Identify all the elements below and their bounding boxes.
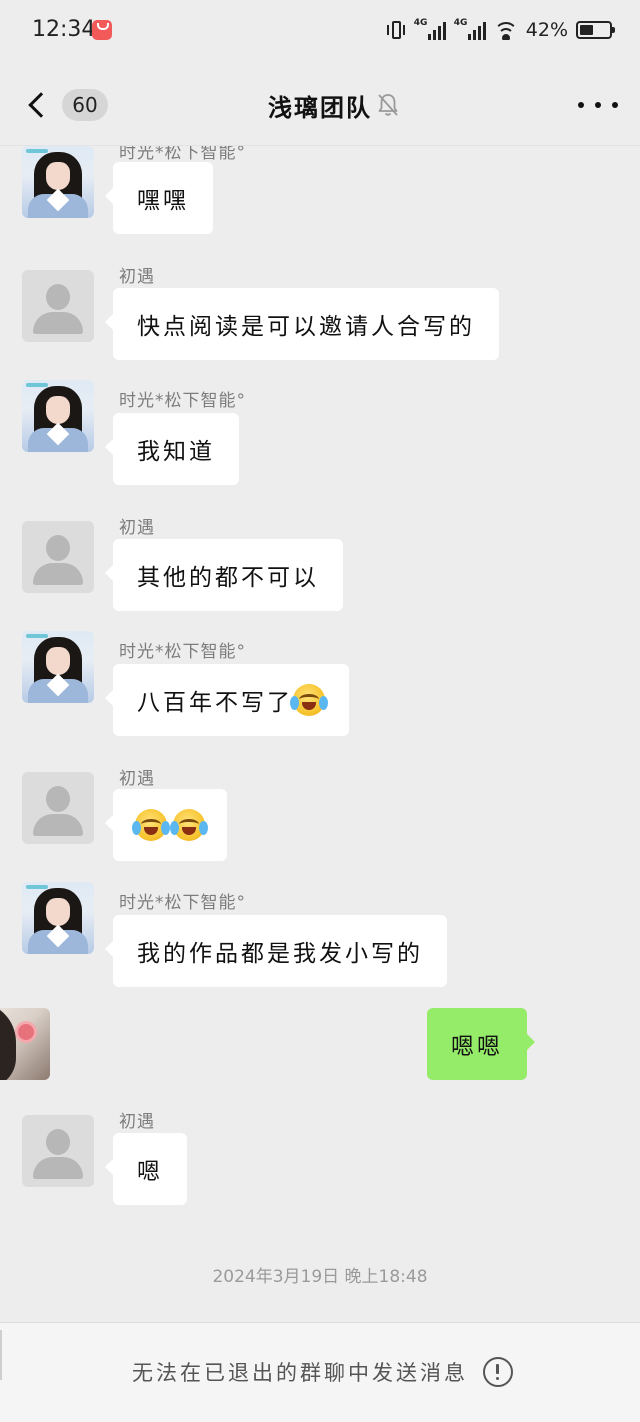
status-time: 12:34	[32, 17, 96, 42]
dot-icon	[595, 102, 601, 108]
message-bubble[interactable]: 嘿嘿	[105, 162, 213, 234]
sender-name: 初遇	[119, 518, 155, 538]
girl-avatar[interactable]	[22, 380, 94, 452]
message-text: 我知道	[137, 439, 215, 465]
message-text: 嗯	[137, 1159, 163, 1185]
chat-header: 60 浅璃团队	[0, 64, 640, 146]
self-avatar[interactable]	[0, 1008, 50, 1080]
network-type-label: 4G	[413, 18, 428, 28]
message-item: 时光*松下智能° 我知道	[0, 380, 640, 485]
message-item: 嗯嗯	[0, 1008, 640, 1080]
chat-footer: 无法在已退出的群聊中发送消息	[0, 1322, 640, 1422]
message-item: 初遇 其他的都不可以	[0, 513, 640, 611]
sender-name: 时光*松下智能°	[119, 391, 246, 411]
chat-timestamp: 2024年3月19日 晚上18:48	[212, 1267, 428, 1287]
message-bubble[interactable]: 其他的都不可以	[105, 539, 343, 611]
message-item: 时光*松下智能° 嘿嘿	[0, 138, 640, 234]
girl-avatar[interactable]	[22, 882, 94, 954]
message-text: 八百年不写了	[137, 690, 293, 716]
laugh-cry-emoji	[170, 809, 208, 841]
message-bubble[interactable]	[105, 789, 227, 861]
message-bubble[interactable]: 八百年不写了	[105, 664, 349, 736]
battery-icon	[576, 21, 615, 39]
signal-icon: 4G	[454, 18, 486, 42]
shopping-bag-icon	[92, 20, 112, 40]
footer-edge-divider	[0, 1330, 2, 1380]
message-item: 时光*松下智能° 八百年不写了	[0, 631, 640, 736]
signal-icon: 4G	[414, 18, 446, 42]
message-bubble[interactable]: 我知道	[105, 413, 239, 485]
message-item: 时光*松下智能° 我的作品都是我发小写的	[0, 882, 640, 987]
sender-name: 时光*松下智能°	[119, 642, 246, 662]
network-type-label: 4G	[453, 18, 468, 28]
exclamation-circle-icon[interactable]	[483, 1357, 513, 1387]
status-indicators: 4G 4G 42%	[386, 18, 615, 42]
message-list[interactable]: 时光*松下智能° 嘿嘿 初遇 快点阅读是可以邀请人合写的 时光*松下智能° 我知…	[0, 64, 640, 1322]
message-bubble[interactable]: 我的作品都是我发小写的	[105, 915, 447, 987]
message-item: 初遇	[0, 764, 640, 861]
sender-name: 时光*松下智能°	[119, 893, 246, 913]
chat-title: 浅璃团队	[268, 94, 372, 122]
message-text: 我的作品都是我发小写的	[137, 941, 423, 967]
sender-name: 初遇	[119, 769, 155, 789]
message-text: 快点阅读是可以邀请人合写的	[137, 314, 475, 340]
laugh-cry-emoji	[290, 684, 328, 716]
message-bubble[interactable]: 快点阅读是可以邀请人合写的	[105, 288, 499, 360]
message-text: 嘿嘿	[137, 188, 189, 214]
wifi-icon	[493, 20, 518, 40]
vibrate-icon	[386, 19, 406, 41]
message-bubble[interactable]: 嗯嗯	[427, 1008, 535, 1080]
status-bar: 12:34 4G 4G 42%	[0, 0, 640, 64]
default-avatar[interactable]	[22, 1115, 94, 1187]
dot-icon	[578, 102, 584, 108]
default-avatar[interactable]	[22, 772, 94, 844]
default-avatar[interactable]	[22, 521, 94, 593]
dot-icon	[612, 102, 618, 108]
girl-avatar[interactable]	[22, 146, 94, 218]
message-text: 嗯嗯	[451, 1034, 503, 1060]
more-options-button[interactable]	[578, 90, 618, 120]
muted-bell-icon	[378, 94, 398, 116]
laugh-cry-emoji	[132, 809, 170, 841]
message-item: 初遇 快点阅读是可以邀请人合写的	[0, 262, 640, 360]
girl-avatar[interactable]	[22, 631, 94, 703]
message-item: 初遇 嗯	[0, 1107, 640, 1205]
message-text: 其他的都不可以	[137, 565, 319, 591]
battery-percentage: 42%	[525, 19, 568, 41]
message-bubble[interactable]: 嗯	[105, 1133, 187, 1205]
cannot-send-notice: 无法在已退出的群聊中发送消息	[132, 1361, 468, 1385]
default-avatar[interactable]	[22, 270, 94, 342]
sender-name: 初遇	[119, 267, 155, 287]
sender-name: 初遇	[119, 1112, 155, 1132]
